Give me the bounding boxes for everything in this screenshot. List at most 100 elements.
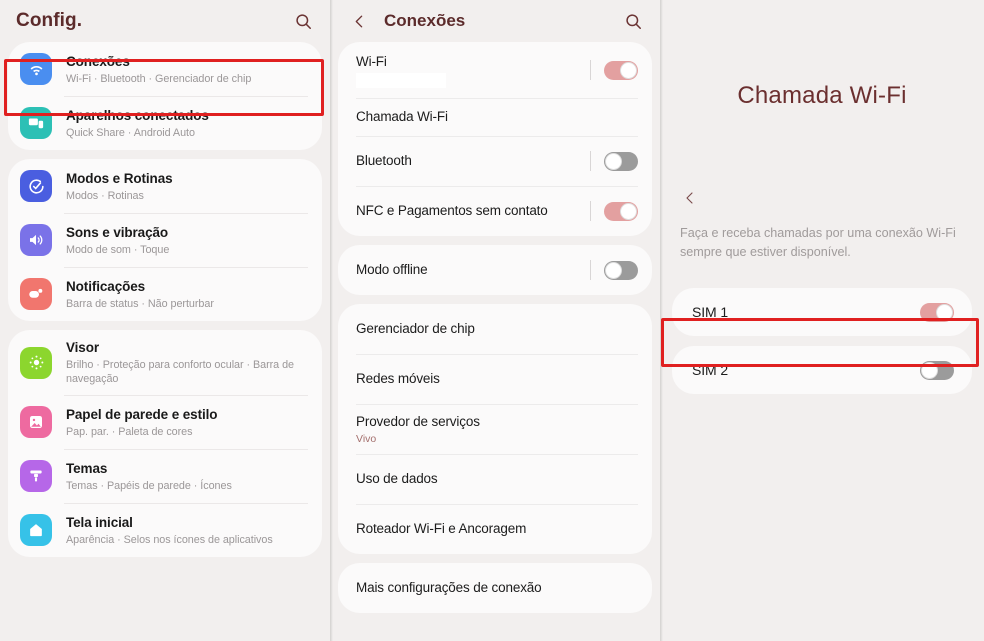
- sidebar-item-sublabel: Modos · Rotinas: [66, 189, 144, 202]
- sidebar-item-conexoes[interactable]: Conexões Wi-Fi · Bluetooth · Gerenciador…: [8, 42, 322, 96]
- sidebar-item-label: Papel de parede e estilo: [66, 406, 218, 422]
- list-item-label: Provedor de serviços: [356, 413, 480, 429]
- connections-group: Mais configurações de conexão: [338, 563, 652, 613]
- sim2-label: SIM 2: [692, 362, 729, 378]
- toggle-divider: [590, 60, 591, 80]
- bluetooth-toggle[interactable]: [604, 151, 638, 171]
- wifi-toggle[interactable]: [604, 60, 638, 80]
- connections-group: Wi-Fi Chamada Wi-Fi Bluetooth NFC e Paga…: [338, 42, 652, 236]
- sound-vibration-icon: [20, 224, 52, 256]
- toggle-divider: [590, 151, 591, 171]
- list-item-redes-moveis[interactable]: Redes móveis: [338, 354, 652, 404]
- sidebar-item-sublabel: Barra de status · Não perturbar: [66, 297, 214, 310]
- list-item-chamada-wifi[interactable]: Chamada Wi-Fi: [338, 98, 652, 136]
- list-item-nfc[interactable]: NFC e Pagamentos sem contato: [338, 186, 652, 236]
- sidebar-item-label: Visor: [66, 340, 100, 355]
- sidebar-item-papel-de-parede-e-estilo[interactable]: Papel de parede e estilo Pap. par. · Pal…: [8, 395, 322, 449]
- list-item-label: Modo offline: [356, 262, 428, 277]
- sim1-row[interactable]: SIM 1: [672, 288, 972, 336]
- sidebar-item-sublabel: Temas · Papéis de parede · Ícones: [66, 479, 232, 492]
- redacted-network-name: [356, 72, 446, 88]
- sidebar-item-label: Temas: [66, 460, 108, 476]
- connected-devices-icon: [20, 107, 52, 139]
- list-item-uso-de-dados[interactable]: Uso de dados: [338, 454, 652, 504]
- settings-panel: Config. Conexões Wi-Fi · Bluetooth · Ger…: [0, 0, 330, 641]
- settings-group: Visor Brilho · Proteção para conforto oc…: [8, 330, 322, 557]
- sidebar-item-tela-inicial[interactable]: Tela inicial Aparência · Selos nos ícone…: [8, 503, 322, 557]
- nfc-toggle-wrap[interactable]: [590, 201, 638, 221]
- sim1-label: SIM 1: [692, 304, 729, 320]
- wifi-calling-title: Chamada Wi-Fi: [737, 82, 907, 109]
- list-item-label: Chamada Wi-Fi: [356, 109, 448, 124]
- sidebar-item-temas[interactable]: Temas Temas · Papéis de parede · Ícones: [8, 449, 322, 503]
- nfc-toggle[interactable]: [604, 201, 638, 221]
- search-icon[interactable]: [620, 8, 646, 34]
- settings-group: Conexões Wi-Fi · Bluetooth · Gerenciador…: [8, 42, 322, 150]
- sim2-row[interactable]: SIM 2: [672, 346, 972, 394]
- sidebar-item-label: Conexões: [66, 53, 130, 69]
- list-item-modo-offline[interactable]: Modo offline: [338, 245, 652, 295]
- list-item-label: Redes móveis: [356, 371, 440, 386]
- airplane-toggle-wrap[interactable]: [590, 260, 638, 280]
- list-item-provedor-de-servicos[interactable]: Provedor de serviços Vivo: [338, 404, 652, 454]
- wifi-toggle-wrap[interactable]: [590, 60, 638, 80]
- list-item-label: Bluetooth: [356, 153, 412, 168]
- wallpaper-icon: [20, 406, 52, 438]
- sidebar-item-label: Tela inicial: [66, 514, 133, 530]
- list-item-label: Uso de dados: [356, 471, 438, 486]
- list-item-mais-configuracoes[interactable]: Mais configurações de conexão: [338, 563, 652, 613]
- sidebar-item-sublabel: Pap. par. · Paleta de cores: [66, 425, 193, 438]
- list-item-label: Mais configurações de conexão: [356, 580, 542, 595]
- list-item-label: Roteador Wi-Fi e Ancoragem: [356, 521, 527, 536]
- sidebar-item-label: Modos e Rotinas: [66, 170, 173, 186]
- sim2-toggle[interactable]: [920, 360, 954, 380]
- wifi-calling-panel: Chamada Wi-Fi Faça e receba chamadas por…: [660, 0, 984, 641]
- list-item-sublabel: Vivo: [356, 432, 377, 445]
- sidebar-item-sublabel: Modo de som · Toque: [66, 243, 170, 256]
- list-item-roteador-wifi[interactable]: Roteador Wi-Fi e Ancoragem: [338, 504, 652, 554]
- display-brightness-icon: [20, 346, 52, 379]
- chevron-left-icon[interactable]: [678, 186, 702, 210]
- sidebar-item-modos-e-rotinas[interactable]: Modos e Rotinas Modos · Rotinas: [8, 159, 322, 213]
- themes-brush-icon: [20, 460, 52, 492]
- sidebar-item-label: Sons e vibração: [66, 224, 169, 240]
- list-item-label: Wi-Fi: [356, 53, 387, 69]
- notifications-icon: [20, 278, 52, 310]
- settings-header: Config.: [0, 0, 330, 42]
- app-screen: Config. Conexões Wi-Fi · Bluetooth · Ger…: [0, 0, 984, 641]
- toggle-divider: [590, 260, 591, 280]
- connections-group: Modo offline: [338, 245, 652, 295]
- settings-group: Modos e Rotinas Modos · Rotinas Sons e v…: [8, 159, 322, 321]
- connections-header: Conexões: [330, 0, 660, 42]
- chevron-left-icon[interactable]: [346, 8, 372, 34]
- sidebar-item-aparelhos-conectados[interactable]: Aparelhos conectados Quick Share · Andro…: [8, 96, 322, 150]
- sidebar-item-sublabel: Brilho · Proteção para conforto ocular ·…: [66, 359, 294, 385]
- home-screen-icon: [20, 514, 52, 546]
- wifi-icon: [20, 53, 52, 85]
- connections-panel: Conexões Wi-Fi Chamada Wi-Fi Bluetooth N…: [330, 0, 660, 641]
- bluetooth-toggle-wrap[interactable]: [590, 151, 638, 171]
- sidebar-item-label: Notificações: [66, 278, 146, 294]
- modes-routines-icon: [20, 170, 52, 202]
- list-item-label: Gerenciador de chip: [356, 321, 475, 336]
- search-icon[interactable]: [290, 8, 316, 34]
- sidebar-item-visor[interactable]: Visor Brilho · Proteção para conforto oc…: [8, 330, 322, 395]
- list-item-bluetooth[interactable]: Bluetooth: [338, 136, 652, 186]
- sim1-toggle[interactable]: [920, 302, 954, 322]
- connections-title: Conexões: [384, 11, 466, 30]
- sidebar-item-sublabel: Wi-Fi · Bluetooth · Gerenciador de chip: [66, 72, 252, 85]
- toggle-divider: [590, 201, 591, 221]
- airplane-mode-toggle[interactable]: [604, 260, 638, 280]
- list-item-wifi[interactable]: Wi-Fi: [338, 42, 652, 98]
- sidebar-item-label: Aparelhos conectados: [66, 107, 209, 123]
- connections-group: Gerenciador de chip Redes móveis Provedo…: [338, 304, 652, 554]
- sidebar-item-sublabel: Quick Share · Android Auto: [66, 126, 195, 139]
- list-item-gerenciador-de-chip[interactable]: Gerenciador de chip: [338, 304, 652, 354]
- page-title: Config.: [16, 10, 83, 31]
- sidebar-item-sons-e-vibracao[interactable]: Sons e vibração Modo de som · Toque: [8, 213, 322, 267]
- sidebar-item-sublabel: Aparência · Selos nos ícones de aplicati…: [66, 533, 273, 546]
- wifi-calling-description: Faça e receba chamadas por uma conexão W…: [680, 226, 956, 259]
- sidebar-item-notificacoes[interactable]: Notificações Barra de status · Não pertu…: [8, 267, 322, 321]
- list-item-label: NFC e Pagamentos sem contato: [356, 203, 548, 218]
